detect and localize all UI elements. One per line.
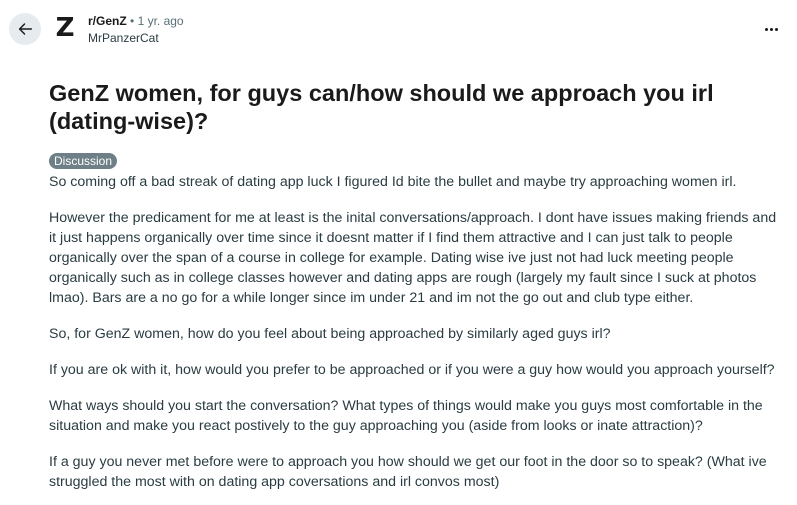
- post-meta: r/GenZ • 1 yr. ago MrPanzerCat: [88, 13, 184, 46]
- subreddit-link[interactable]: r/GenZ: [88, 14, 127, 28]
- author-link[interactable]: MrPanzerCat: [88, 30, 184, 46]
- body-paragraph: What ways should you start the conversat…: [49, 398, 763, 434]
- post-title: GenZ women, for guys can/how should we a…: [49, 80, 714, 134]
- body-paragraph: If a guy you never met before were to ap…: [49, 454, 767, 490]
- post-page: Z r/GenZ • 1 yr. ago MrPanzerCat GenZ wo…: [0, 0, 797, 505]
- post-meta-line: r/GenZ • 1 yr. ago: [88, 13, 184, 29]
- ellipsis-horizontal-icon: [764, 27, 778, 31]
- post-body: So coming off a bad streak of dating app…: [49, 172, 783, 505]
- back-button[interactable]: [9, 13, 41, 45]
- post-time: 1 yr. ago: [137, 14, 184, 28]
- more-options-button[interactable]: [756, 16, 786, 42]
- body-paragraph: So coming off a bad streak of dating app…: [49, 174, 737, 190]
- body-paragraph: However the predicament for me at least …: [49, 210, 777, 306]
- body-paragraph: So, for GenZ women, how do you feel abou…: [49, 326, 611, 342]
- arrow-left-icon: [18, 23, 33, 35]
- subreddit-avatar[interactable]: Z: [52, 12, 78, 44]
- post-flair[interactable]: Discussion: [49, 153, 118, 169]
- body-paragraph: If you are ok with it, how would you pre…: [49, 362, 775, 378]
- meta-separator: •: [130, 14, 135, 28]
